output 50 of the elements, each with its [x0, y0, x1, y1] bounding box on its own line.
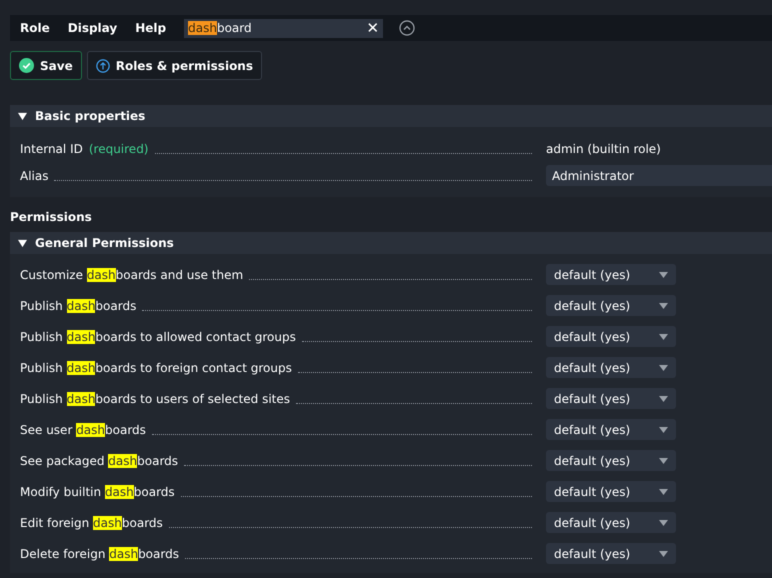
section-header[interactable]: General Permissions	[10, 232, 772, 254]
roles-permissions-button[interactable]: Roles & permissions	[86, 51, 262, 80]
permission-label: Edit foreign dashboards	[20, 514, 163, 532]
dropdown-caret-icon	[659, 334, 668, 340]
collapse-icon[interactable]	[399, 20, 416, 36]
section-header[interactable]: Basic properties	[10, 105, 772, 127]
permission-dropdown[interactable]: default (yes)	[546, 419, 676, 440]
field-label: Alias	[20, 168, 48, 184]
permission-dropdown[interactable]: default (yes)	[546, 326, 676, 347]
dropdown-caret-icon	[659, 272, 668, 278]
search-field[interactable]: dashboard ✕	[184, 18, 384, 38]
permission-dropdown[interactable]: default (yes)	[546, 450, 676, 471]
menu-item[interactable]: Help	[135, 19, 166, 37]
check-icon	[19, 58, 34, 73]
dropdown-caret-icon	[659, 488, 668, 494]
permission-label: Modify builtin dashboards	[20, 484, 175, 500]
dropdown-caret-icon	[659, 396, 668, 402]
dropdown-caret-icon	[659, 302, 668, 308]
triangle-down-icon	[18, 112, 27, 120]
menu-item[interactable]: Role	[20, 19, 50, 37]
alias-field[interactable]: Administrator	[546, 165, 772, 186]
permission-label: See user dashboards	[20, 422, 146, 438]
permission-dropdown[interactable]: default (yes)	[546, 357, 676, 378]
section-heading: Permissions	[10, 209, 93, 224]
search-value: dashboard	[188, 20, 253, 37]
permission-dropdown[interactable]: default (yes)	[546, 388, 676, 409]
permission-dropdown[interactable]: default (yes)	[546, 481, 676, 502]
permission-label: Publish dashboards to foreign contact groups	[20, 360, 292, 376]
permission-label: Customize dashboards and use them	[20, 266, 244, 284]
permission-dropdown[interactable]: default (yes)	[546, 512, 676, 533]
dropdown-caret-icon	[659, 426, 668, 432]
menu-item[interactable]: Display	[68, 19, 118, 37]
field-label: Internal ID	[20, 140, 83, 158]
permission-dropdown[interactable]: default (yes)	[546, 264, 676, 285]
permission-label: Publish dashboards	[20, 298, 136, 314]
permission-label: See packaged dashboards	[20, 452, 178, 470]
permission-label: Publish dashboards to users of selected sites	[20, 390, 290, 408]
permission-label: Publish dashboards to allowed contact groups	[20, 328, 296, 346]
dropdown-caret-icon	[659, 550, 668, 556]
dropdown-caret-icon	[659, 520, 668, 526]
clear-button[interactable]: ✕	[366, 20, 380, 36]
permission-label: Delete foreign dashboards	[20, 546, 179, 562]
required-note: (required)	[88, 140, 148, 158]
permission-dropdown[interactable]: default (yes)	[546, 543, 676, 564]
permission-dropdown[interactable]: default (yes)	[546, 295, 676, 316]
dropdown-caret-icon	[659, 458, 668, 464]
triangle-down-icon	[18, 238, 27, 248]
dropdown-caret-icon	[659, 364, 668, 370]
field-value: admin (builtin role)	[546, 140, 661, 158]
save-button[interactable]: Save	[10, 51, 82, 80]
